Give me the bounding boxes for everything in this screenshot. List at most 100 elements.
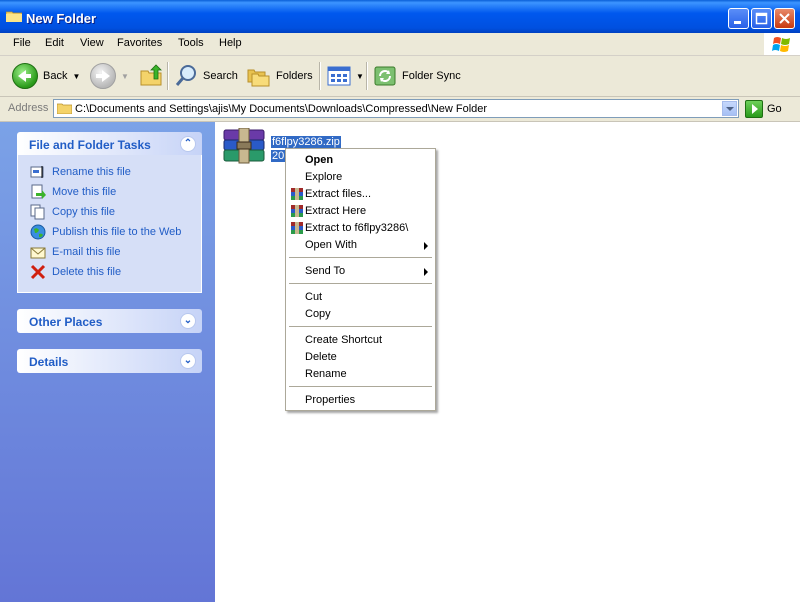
go-label: Go [767,102,782,115]
views-dropdown-icon[interactable]: ▼ [356,72,364,81]
back-label: Back [43,70,68,82]
up-folder-icon [140,64,162,86]
winrar-icon [291,205,303,217]
winrar-icon [291,188,303,200]
file-folder-tasks-header[interactable]: File and Folder Tasks ⌃ [17,132,202,156]
folders-button[interactable]: Folders [247,62,313,90]
minimize-icon [734,21,741,24]
menu-favorites[interactable]: Favorites [117,37,162,49]
file-folder-tasks-title: File and Folder Tasks [29,138,151,152]
menu-open-label: Open [305,154,334,166]
menu-create-shortcut-label: Create Shortcut [305,334,383,346]
details-header[interactable]: Details ⌄ [17,349,202,373]
menu-separator [289,283,432,284]
forward-arrow-icon [90,63,116,89]
folder-sync-label: Folder Sync [402,70,461,82]
menu-extract-to[interactable]: Extract to f6flpy3286\ [287,220,434,237]
task-email-label: E-mail this file [52,246,121,258]
globe-icon [30,224,46,240]
views-button[interactable]: ▼ [327,62,364,90]
address-dropdown-icon[interactable] [722,101,737,116]
address-path: C:\Documents and Settings\ajis\My Docume… [75,103,488,115]
task-copy[interactable]: Copy this file [30,204,115,220]
menu-send-to-label: Send To [305,265,346,277]
menu-rename[interactable]: Rename [287,366,434,383]
chevron-down-icon[interactable]: ⌄ [180,313,196,329]
folders-label: Folders [276,70,313,82]
chevron-down-icon[interactable]: ⌄ [180,353,196,369]
menu-open-with-label: Open With [305,239,357,251]
task-rename[interactable]: Rename this file [30,164,131,180]
go-button[interactable]: Go [745,99,782,118]
winrar-archive-icon[interactable] [222,128,266,164]
menu-extract-to-label: Extract to f6flpy3286\ [305,222,409,234]
task-move[interactable]: Move this file [30,184,116,200]
menu-separator [289,386,432,387]
menu-cut[interactable]: Cut [287,289,434,306]
menu-copy[interactable]: Copy [287,306,434,323]
task-delete[interactable]: Delete this file [30,264,121,280]
menu-create-shortcut[interactable]: Create Shortcut [287,332,434,349]
close-button[interactable] [774,8,795,29]
menu-extract-here-label: Extract Here [305,205,367,217]
menu-copy-label: Copy [305,308,331,320]
menu-help[interactable]: Help [219,37,242,49]
menu-view[interactable]: View [80,37,104,49]
menu-delete[interactable]: Delete [287,349,434,366]
window-title: New Folder [26,11,97,26]
toolbar: Back ▼ ▼ Search Folders ▼ Folder Sync [0,56,800,97]
folders-icon [247,69,270,87]
back-dropdown-icon[interactable]: ▼ [72,72,80,81]
menu-cut-label: Cut [305,291,323,303]
search-label: Search [203,70,238,82]
menu-file[interactable]: File [13,37,31,49]
task-publish-label: Publish this file to the Web [52,226,182,238]
forward-dropdown-icon[interactable]: ▼ [121,72,129,81]
views-icon [327,66,351,86]
folder-sync-icon [374,66,396,86]
menu-extract-files[interactable]: Extract files... [287,186,434,203]
menu-send-to[interactable]: Send To [287,263,434,280]
windows-flag-icon [772,37,790,52]
file-subline[interactable]: 20 [271,150,286,162]
menu-properties-label: Properties [305,394,356,406]
task-rename-label: Rename this file [52,166,131,178]
menu-properties[interactable]: Properties [287,392,434,409]
task-email[interactable]: E-mail this file [30,244,120,260]
folder-icon [57,103,72,114]
folder-icon [6,11,22,22]
menu-open-with[interactable]: Open With [287,237,434,254]
file-folder-tasks-body: Rename this file Move this file Copy thi… [17,155,202,293]
menu-explore[interactable]: Explore [287,169,434,186]
folder-sync-button[interactable]: Folder Sync [373,62,461,90]
email-icon [30,247,46,259]
menu-edit[interactable]: Edit [45,37,64,49]
maximize-button[interactable] [751,8,772,29]
menu-open[interactable]: Open [287,152,434,169]
other-places-title: Other Places [29,315,103,329]
file-name[interactable]: f6flpy3286.zip [271,136,341,148]
up-folder-button[interactable] [139,62,163,90]
other-places-header[interactable]: Other Places ⌄ [17,309,202,333]
menu-tools[interactable]: Tools [178,37,204,49]
address-bar: Address C:\Documents and Settings\ajis\M… [0,97,800,122]
task-publish[interactable]: Publish this file to the Web [30,224,181,240]
delete-icon [30,264,46,280]
back-button[interactable]: Back ▼ [12,62,80,90]
address-input[interactable]: C:\Documents and Settings\ajis\My Docume… [53,99,739,118]
explorer-window: New Folder File Edit View Favorites Tool… [0,0,800,602]
details-title: Details [29,355,69,369]
search-button[interactable]: Search [174,62,238,90]
forward-button[interactable]: ▼ [90,62,129,90]
minimize-button[interactable] [728,8,749,29]
search-icon [175,65,196,86]
menu-extract-here[interactable]: Extract Here [287,203,434,220]
winrar-icon [291,222,303,234]
chevron-up-icon[interactable]: ⌃ [180,136,196,152]
title-bar[interactable]: New Folder [0,0,800,33]
context-menu: Open Explore Extract files... Extract He… [285,148,436,411]
task-copy-label: Copy this file [52,206,115,218]
menu-delete-label: Delete [305,351,337,363]
submenu-arrow-icon [424,268,428,276]
menu-extract-files-label: Extract files... [305,188,372,200]
